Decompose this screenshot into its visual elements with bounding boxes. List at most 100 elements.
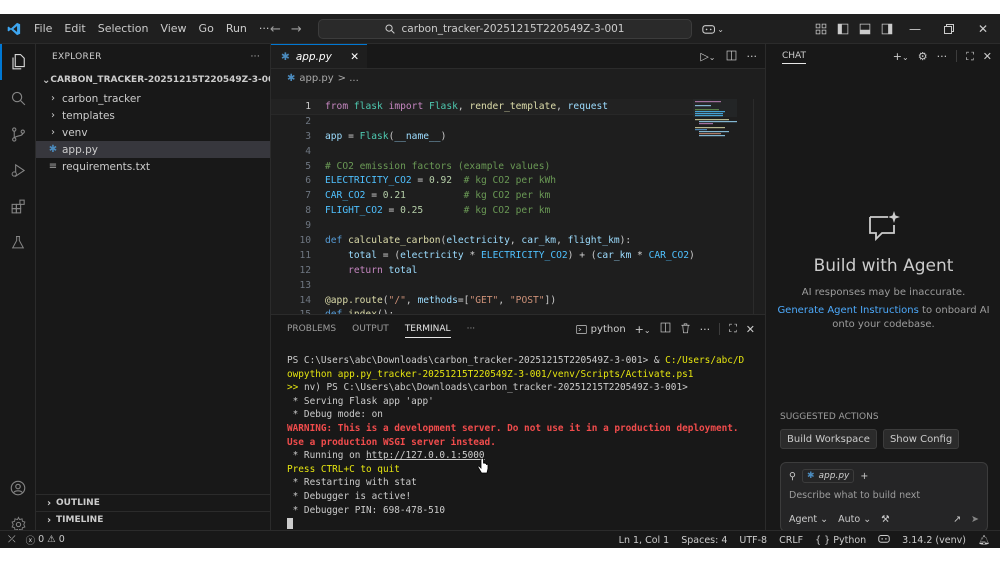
model-picker[interactable]: Auto ⌄ xyxy=(838,514,871,525)
context-file-chip[interactable]: ✱ app.py xyxy=(801,469,855,483)
python-interpreter[interactable]: 3.14.2 (venv) xyxy=(902,535,966,546)
toggle-primary-sidebar-icon[interactable] xyxy=(832,14,854,44)
delegate-arrow-icon[interactable]: ↗ xyxy=(953,514,961,525)
extensions-icon[interactable] xyxy=(0,188,36,224)
editor-more-icon[interactable]: ··· xyxy=(747,50,758,63)
code-text: @app.route("/", methods=["GET", "POST"]) xyxy=(325,294,557,306)
warning-count: 0 xyxy=(58,534,65,545)
toggle-secondary-sidebar-icon[interactable] xyxy=(876,14,898,44)
code-text: from flask import Flask, render_template… xyxy=(325,100,609,112)
file-tree-item[interactable]: › carbon_tracker xyxy=(36,90,270,107)
terminal-line: * Debugger is active! xyxy=(287,491,757,505)
source-control-icon[interactable] xyxy=(0,116,36,152)
file-tree-item[interactable]: ≡ requirements.txt xyxy=(36,158,270,175)
code-editor[interactable]: 1 from flask import Flask, render_templat… xyxy=(271,99,711,314)
agent-subtitle: AI responses may be inaccurate. Generate… xyxy=(766,286,1000,332)
send-icon[interactable]: ➤ xyxy=(971,514,979,525)
workspace-root-folder[interactable]: ⌄ CARBON_TRACKER-20251215T220549Z-3-001 xyxy=(36,70,270,90)
bottom-panel: PROBLEMS OUTPUT TERMINAL ··· python +⌄ ·… xyxy=(271,314,765,530)
close-chat-icon[interactable]: ✕ xyxy=(983,50,992,64)
editor-actions: ▷⌄ ··· xyxy=(700,44,757,69)
run-debug-icon[interactable] xyxy=(0,152,36,188)
chat-settings-gear-icon[interactable]: ⚙ xyxy=(918,50,928,64)
tools-icon[interactable]: ⚒ xyxy=(881,514,890,525)
breadcrumb-file[interactable]: app.py xyxy=(299,73,333,84)
explorer-icon[interactable] xyxy=(0,44,36,80)
copilot-icon[interactable]: ⌄ xyxy=(702,14,724,44)
terminal-link[interactable]: http://127.0.0.1:5000 xyxy=(366,450,485,461)
forward-arrow-icon[interactable]: → xyxy=(291,22,302,37)
generate-instructions-link[interactable]: Generate Agent Instructions xyxy=(777,305,918,316)
chat-tab[interactable]: CHAT xyxy=(782,51,807,64)
timeline-section-header[interactable]: › TIMELINE xyxy=(36,511,271,528)
run-python-file-icon[interactable]: ▷⌄ xyxy=(700,50,715,63)
code-line: 3 app = Flask(__name__) xyxy=(271,129,711,144)
close-tab-icon[interactable]: ✕ xyxy=(350,51,359,63)
account-icon[interactable] xyxy=(0,470,36,506)
language-mode[interactable]: { } Python xyxy=(815,535,866,546)
explorer-more-icon[interactable]: ··· xyxy=(251,52,260,62)
terminal-output[interactable]: PS C:\Users\abc\Downloads\carbon_tracker… xyxy=(287,355,757,532)
split-terminal-icon[interactable] xyxy=(660,322,671,336)
attach-paperclip-icon[interactable]: ⚲ xyxy=(789,471,796,482)
tab-problems[interactable]: PROBLEMS xyxy=(287,324,336,334)
encoding[interactable]: UTF-8 xyxy=(739,535,767,546)
menu-edit[interactable]: Edit xyxy=(58,14,91,44)
notifications-bell-icon[interactable]: 🔔︎ xyxy=(978,535,990,546)
minimize-icon[interactable]: — xyxy=(898,14,932,44)
breadcrumb: ✱ app.py > ... xyxy=(271,69,765,87)
file-tree-label: app.py xyxy=(62,143,98,156)
menu-selection[interactable]: Selection xyxy=(92,14,155,44)
tab-output[interactable]: OUTPUT xyxy=(352,324,389,334)
close-panel-icon[interactable]: ✕ xyxy=(746,323,755,336)
new-chat-icon[interactable]: +⌄ xyxy=(893,50,909,64)
new-terminal-icon[interactable]: +⌄ xyxy=(635,323,651,336)
line-endings[interactable]: CRLF xyxy=(779,535,803,546)
copilot-status-icon[interactable] xyxy=(878,533,890,547)
file-tree-item[interactable]: › templates xyxy=(36,107,270,124)
menu-file[interactable]: File xyxy=(28,14,58,44)
line-number: 4 xyxy=(305,145,311,157)
customize-layout-icon[interactable] xyxy=(810,14,832,44)
trash-icon[interactable] xyxy=(680,322,691,337)
minimap[interactable] xyxy=(693,99,737,159)
chat-input-placeholder[interactable]: Describe what to build next xyxy=(781,483,987,501)
vscode-logo-icon xyxy=(0,14,28,44)
maximize-panel-icon[interactable]: ⛶ xyxy=(729,322,737,336)
file-tree-item[interactable]: ✱ app.py xyxy=(36,141,270,158)
split-editor-icon[interactable] xyxy=(726,50,737,64)
file-tree-item[interactable]: › venv xyxy=(36,124,270,141)
indentation[interactable]: Spaces: 4 xyxy=(681,535,727,546)
back-arrow-icon[interactable]: ← xyxy=(270,22,281,37)
toggle-panel-icon[interactable] xyxy=(854,14,876,44)
chat-input-box[interactable]: ⚲ ✱ app.py + Describe what to build next… xyxy=(780,462,988,532)
terminal-selector[interactable]: python xyxy=(576,324,626,335)
chat-more-icon[interactable]: ··· xyxy=(937,50,948,64)
mode-picker[interactable]: Agent ⌄ xyxy=(789,514,828,525)
remote-icon[interactable]: ⤫ xyxy=(8,534,16,545)
close-window-icon[interactable]: ✕ xyxy=(966,14,1000,44)
add-context-icon[interactable]: + xyxy=(860,471,868,482)
testing-flask-icon[interactable] xyxy=(0,224,36,260)
menu-run[interactable]: Run xyxy=(220,14,253,44)
menu-go[interactable]: Go xyxy=(193,14,220,44)
cursor-position[interactable]: Ln 1, Col 1 xyxy=(619,535,670,546)
mode-label: Agent xyxy=(789,514,818,525)
show-config-button[interactable]: Show Config xyxy=(882,429,960,449)
problems-status[interactable]: ⓧ 0 ⚠ 0 xyxy=(26,533,65,547)
restore-icon[interactable] xyxy=(932,14,966,44)
editor-scrollbar[interactable] xyxy=(753,99,765,314)
build-workspace-button[interactable]: Build Workspace xyxy=(780,429,877,449)
line-number: 11 xyxy=(299,249,311,261)
menu-view[interactable]: View xyxy=(154,14,192,44)
terminal-text: * Serving Flask app 'app' xyxy=(287,395,434,407)
breadcrumb-rest[interactable]: > ... xyxy=(338,73,359,84)
panel-more-actions-icon[interactable]: ··· xyxy=(700,323,711,336)
panel-more-icon[interactable]: ··· xyxy=(467,324,476,334)
editor-tab-app-py[interactable]: ✱ app.py ✕ xyxy=(271,44,367,68)
tab-terminal[interactable]: TERMINAL xyxy=(404,324,451,338)
maximize-chat-icon[interactable]: ⛶ xyxy=(966,50,974,64)
search-icon[interactable] xyxy=(0,80,36,116)
command-center-search[interactable]: carbon_tracker-20251215T220549Z-3-001 xyxy=(318,19,692,39)
outline-section-header[interactable]: › OUTLINE xyxy=(36,494,271,511)
